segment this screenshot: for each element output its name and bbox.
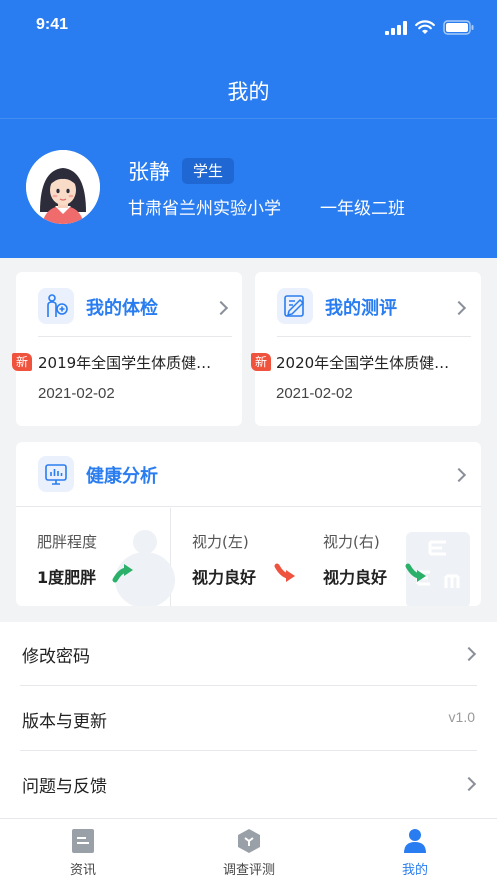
card-divider <box>277 336 471 337</box>
chevron-right-icon <box>461 646 477 662</box>
news-icon <box>72 829 94 853</box>
card-divider <box>16 506 481 507</box>
trend-down-arrow-icon <box>405 563 426 582</box>
girl-avatar-icon <box>26 150 100 224</box>
checkup-record-title: 2019年全国学生体质健… <box>38 354 212 372</box>
chevron-right-icon <box>213 300 229 316</box>
trend-up-arrow-icon <box>112 564 133 583</box>
assessment-icon <box>277 288 313 324</box>
role-badge: 学生 <box>182 158 234 184</box>
checkup-record-date: 2021-02-02 <box>38 385 115 402</box>
profile-header: 9:41 我的 张静 学生 甘肃省兰州实验小学 一年级二班 <box>0 0 497 258</box>
checkup-card[interactable]: 我的体检 新 2019年全国学生体质健… 2021-02-02 <box>12 272 242 426</box>
health-chart-icon <box>38 456 74 492</box>
metric-label: 肥胖程度 <box>37 533 98 551</box>
settings-item-label: 版本与更新 <box>22 712 107 732</box>
avatar[interactable] <box>26 150 100 224</box>
assessment-title: 我的测评 <box>325 298 397 319</box>
status-icons <box>385 20 475 35</box>
chevron-right-icon <box>451 300 467 316</box>
metric-value: 视力良好 <box>323 568 388 587</box>
new-badge: 新 <box>12 353 32 371</box>
school-name: 甘肃省兰州实验小学 <box>128 199 281 219</box>
metric-value: 视力良好 <box>192 568 257 587</box>
trend-down-arrow-icon <box>274 563 295 582</box>
tab-label: 调查评测 <box>222 863 275 878</box>
settings-item-version[interactable]: 版本与更新 v1.0 <box>0 687 497 751</box>
checkup-icon <box>38 288 74 324</box>
tab-mine[interactable]: 我的 <box>332 819 497 883</box>
new-badge: 新 <box>251 353 271 371</box>
settings-item-label: 问题与反馈 <box>22 777 107 797</box>
list-divider <box>20 685 477 686</box>
tab-survey[interactable]: 调查评测 <box>166 819 332 883</box>
chevron-right-icon <box>451 467 467 483</box>
status-bar: 9:41 <box>0 0 497 52</box>
class-name: 一年级二班 <box>320 199 405 219</box>
checkup-title: 我的体检 <box>86 298 158 319</box>
settings-item-change-password[interactable]: 修改密码 <box>0 622 497 686</box>
settings-item-feedback[interactable]: 问题与反馈 <box>0 752 497 816</box>
metric-label: 视力(右) <box>323 533 380 551</box>
assessment-record-date: 2021-02-02 <box>276 385 353 402</box>
version-value: v1.0 <box>448 709 475 725</box>
user-icon <box>404 829 426 853</box>
tab-label: 资讯 <box>69 863 96 878</box>
wifi-icon <box>415 20 435 34</box>
metric-value: 1度肥胖 <box>37 568 97 587</box>
health-analysis-card[interactable]: 健康分析 肥胖程度 1度肥胖 视力(左) 视力良好 视力(右) 视力良好 <box>16 442 481 606</box>
settings-item-label: 修改密码 <box>22 647 90 667</box>
tab-news[interactable]: 资讯 <box>0 819 166 883</box>
status-time: 9:41 <box>36 16 69 33</box>
card-divider <box>38 336 232 337</box>
battery-icon <box>443 20 474 35</box>
tab-label: 我的 <box>401 863 428 878</box>
health-analysis-title: 健康分析 <box>86 466 158 487</box>
signal-icon <box>385 20 407 35</box>
metric-label: 视力(左) <box>192 533 249 551</box>
settings-list: 修改密码 版本与更新 v1.0 问题与反馈 <box>0 622 497 818</box>
survey-cube-icon <box>238 829 260 853</box>
header-divider <box>0 118 497 119</box>
page-title: 我的 <box>227 80 270 104</box>
list-divider <box>20 750 477 751</box>
user-name: 张静 <box>128 160 170 184</box>
chevron-right-icon <box>461 776 477 792</box>
tab-bar: 资讯 调查评测 我的 <box>0 818 497 883</box>
assessment-card[interactable]: 我的测评 新 2020年全国学生体质健… 2021-02-02 <box>251 272 481 426</box>
assessment-record-title: 2020年全国学生体质健… <box>276 354 450 372</box>
